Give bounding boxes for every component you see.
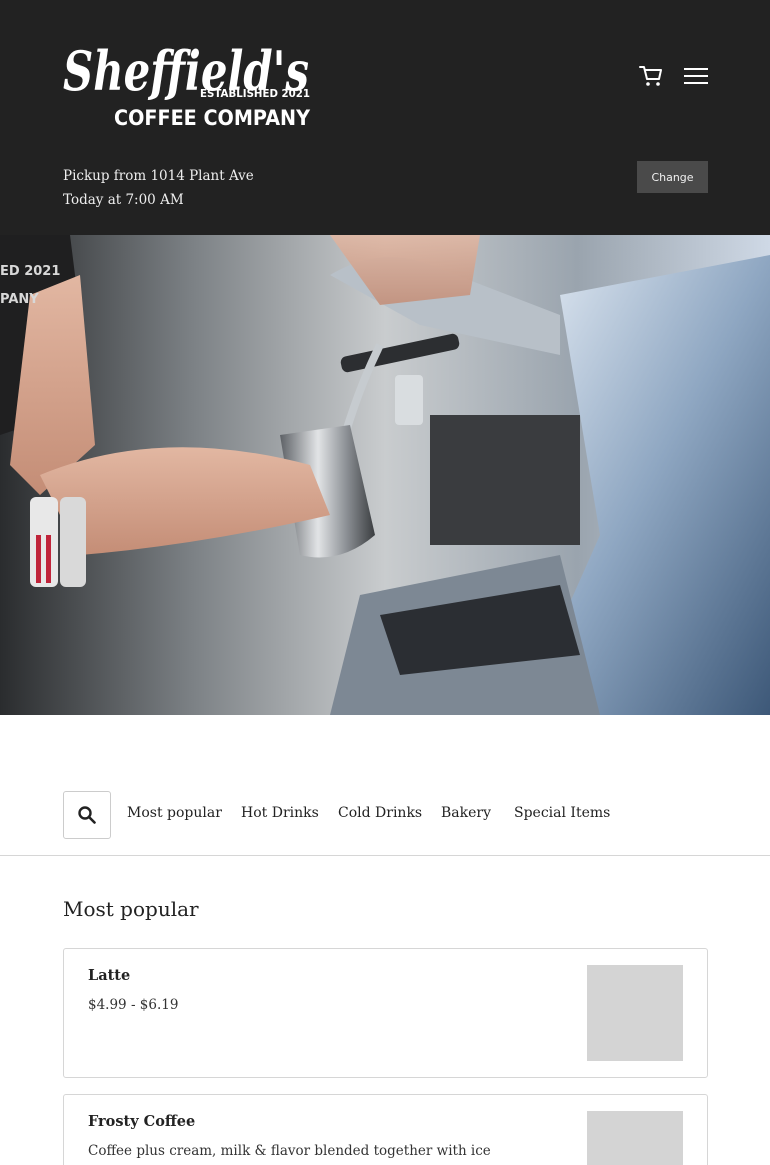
pickup-location: Pickup from 1014 Plant Ave	[63, 168, 254, 184]
item-name: Frosty Coffee	[88, 1113, 196, 1130]
hero-image: ED 2021 PANY	[0, 235, 770, 715]
item-name: Latte	[88, 967, 131, 984]
sheffields-logo[interactable]: Sheffield's ESTABLISHED 2021 COFFEE COMP…	[63, 24, 311, 130]
cart-button[interactable]	[636, 62, 666, 90]
hero-shirt-text: ED 2021	[0, 264, 60, 279]
item-description: Coffee plus cream, milk & flavor blended…	[88, 1143, 491, 1159]
tab-special-items[interactable]: Special Items	[514, 805, 610, 821]
search-button[interactable]	[63, 791, 111, 839]
category-nav: Most popular Hot Drinks Cold Drinks Bake…	[0, 791, 770, 839]
section-title: Most popular	[63, 897, 199, 921]
tab-bakery[interactable]: Bakery	[441, 805, 491, 821]
menu-button[interactable]	[682, 62, 710, 90]
menu-item-card-frosty-coffee[interactable]: Frosty Coffee Coffee plus cream, milk & …	[63, 1094, 708, 1165]
pickup-info: Pickup from 1014 Plant Ave Today at 7:00…	[63, 164, 254, 212]
shopping-cart-icon	[639, 66, 662, 86]
svg-text:PANY: PANY	[0, 292, 39, 307]
menu-item-card-latte[interactable]: Latte $4.99 - $6.19	[63, 948, 708, 1078]
item-image-placeholder	[587, 965, 683, 1061]
tab-hot-drinks[interactable]: Hot Drinks	[241, 805, 319, 821]
site-header: Sheffield's ESTABLISHED 2021 COFFEE COMP…	[0, 0, 770, 235]
pickup-time: Today at 7:00 AM	[63, 192, 184, 208]
logo-company-text: COFFEE COMPANY	[114, 106, 311, 130]
barista-photo: ED 2021 PANY	[0, 235, 770, 715]
search-icon	[78, 806, 96, 824]
logo-established-text: ESTABLISHED 2021	[200, 87, 310, 100]
item-image-placeholder	[587, 1111, 683, 1165]
category-divider	[0, 855, 770, 856]
change-pickup-button[interactable]: Change	[637, 161, 708, 193]
hamburger-menu-icon	[684, 68, 708, 84]
item-price: $4.99 - $6.19	[88, 997, 179, 1013]
tab-cold-drinks[interactable]: Cold Drinks	[338, 805, 422, 821]
tab-most-popular[interactable]: Most popular	[127, 805, 222, 821]
